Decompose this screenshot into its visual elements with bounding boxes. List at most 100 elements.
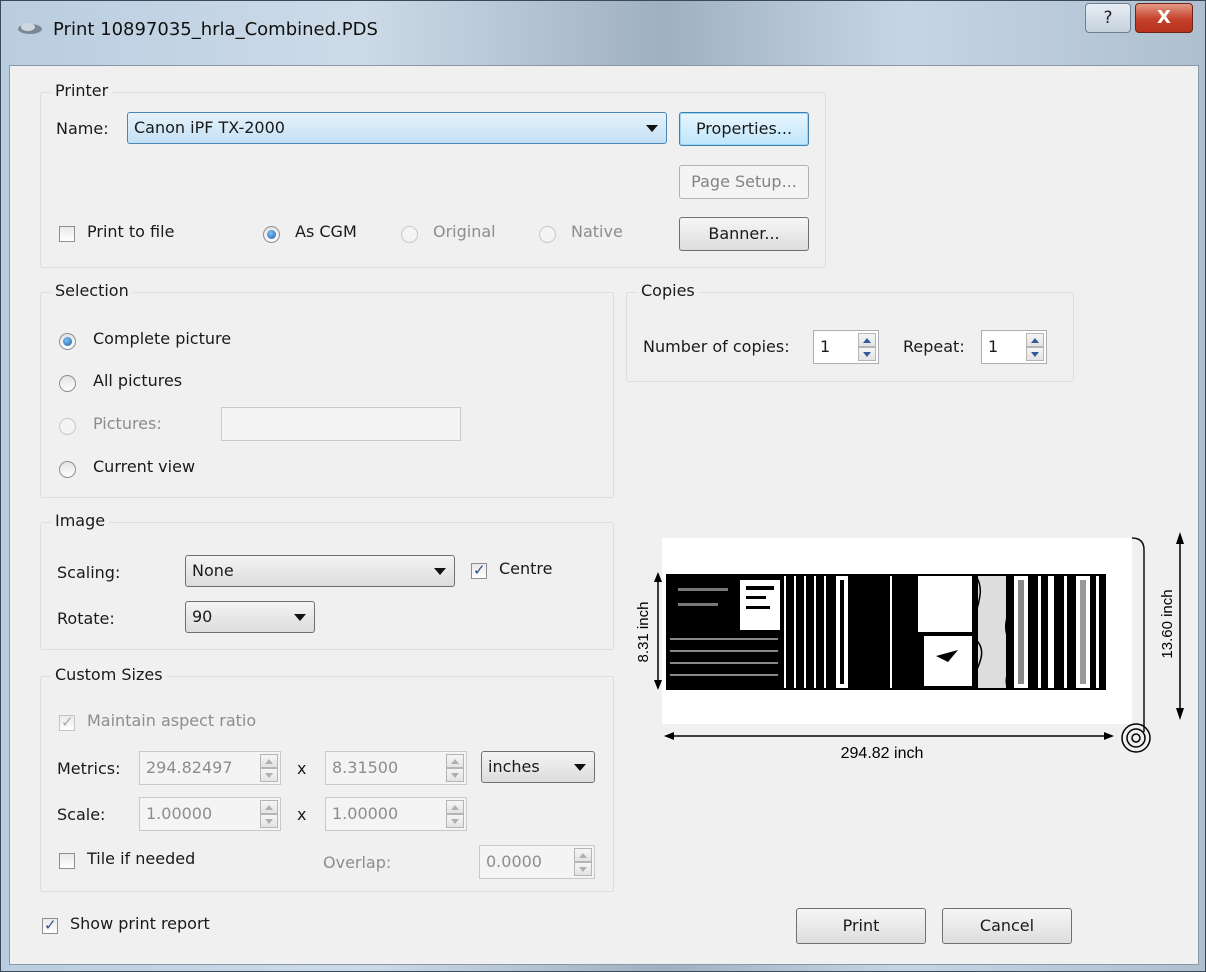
show-print-report-checkbox[interactable]	[42, 916, 58, 934]
number-of-copies-label: Number of copies:	[643, 337, 790, 356]
image-group: Image Scaling: None Centre Rotate: 90	[40, 511, 614, 650]
metrics-height-spinner[interactable]	[446, 754, 464, 782]
scale-y-stepper[interactable]: 1.00000	[325, 797, 467, 831]
print-button[interactable]: Print	[796, 908, 926, 944]
spin-up-icon[interactable]	[446, 800, 464, 814]
repeat-stepper[interactable]: 1	[981, 330, 1047, 364]
width-label: 294.82 inch	[841, 745, 924, 762]
overlap-label: Overlap:	[323, 853, 392, 872]
properties-button[interactable]: Properties...	[679, 112, 809, 146]
native-label: Native	[571, 222, 623, 241]
scale-x-spinner[interactable]	[260, 800, 278, 828]
copies-spinner[interactable]	[858, 333, 876, 361]
spin-up-icon[interactable]	[574, 848, 592, 862]
original-radio[interactable]	[401, 226, 418, 243]
height-label: 8.31 inch	[635, 602, 652, 663]
pictures-radio[interactable]	[59, 418, 76, 435]
number-of-copies-value: 1	[820, 337, 831, 356]
banner-button[interactable]: Banner...	[679, 217, 809, 251]
print-dialog: Print 10897035_hrla_Combined.PDS ? X Pri…	[0, 0, 1206, 972]
selection-group: Selection Complete picture All pictures …	[40, 281, 614, 498]
printer-group: Printer Name: Canon iPF TX-2000 Properti…	[40, 81, 826, 268]
custom-sizes-group: Custom Sizes Maintain aspect ratio Metri…	[40, 665, 614, 892]
maintain-aspect-checkbox[interactable]	[59, 713, 75, 731]
overlap-spinner[interactable]	[574, 848, 592, 876]
all-pictures-radio[interactable]	[59, 375, 76, 392]
rotate-select[interactable]: 90	[185, 601, 315, 633]
roll-edge	[1131, 537, 1145, 732]
pictures-input[interactable]	[221, 407, 461, 441]
title-bar[interactable]: Print 10897035_hrla_Combined.PDS ? X	[1, 1, 1205, 65]
metrics-label: Metrics:	[57, 759, 121, 778]
all-pictures-label: All pictures	[93, 371, 183, 390]
show-print-report-label: Show print report	[70, 914, 210, 933]
pictures-label: Pictures:	[93, 414, 162, 433]
help-button[interactable]: ?	[1085, 3, 1131, 33]
custom-sizes-group-title: Custom Sizes	[51, 665, 167, 684]
print-preview: 8.31 inch 294.82 inch 13.60 inch	[635, 532, 1184, 762]
spin-down-icon[interactable]	[574, 862, 592, 876]
spin-down-icon[interactable]	[260, 768, 278, 782]
width-dimension	[664, 732, 1114, 740]
metrics-height-value: 8.31500	[332, 758, 399, 777]
print-to-file-checkbox[interactable]	[59, 226, 75, 242]
printer-name-select[interactable]: Canon iPF TX-2000	[127, 112, 667, 144]
scale-times-label: x	[297, 805, 307, 824]
spin-up-icon[interactable]	[260, 800, 278, 814]
window-title: Print 10897035_hrla_Combined.PDS	[53, 19, 378, 40]
number-of-copies-stepper[interactable]: 1	[813, 330, 879, 364]
cancel-button[interactable]: Cancel	[942, 908, 1072, 944]
scale-label: Scale:	[57, 805, 106, 824]
spin-up-icon[interactable]	[1026, 333, 1044, 347]
original-label: Original	[433, 222, 496, 241]
scaling-select[interactable]: None	[185, 555, 455, 587]
printer-name-value: Canon iPF TX-2000	[134, 118, 285, 137]
print-to-file-label: Print to file	[87, 222, 175, 241]
roll-dimension	[1176, 532, 1184, 720]
current-view-radio[interactable]	[59, 461, 76, 478]
native-radio[interactable]	[539, 226, 556, 243]
metrics-times-label: x	[297, 759, 307, 778]
metrics-width-stepper[interactable]: 294.82497	[139, 751, 281, 785]
units-value: inches	[488, 757, 540, 776]
rotate-value: 90	[192, 607, 213, 626]
overlap-value: 0.0000	[486, 852, 542, 871]
tile-if-needed-checkbox[interactable]	[59, 853, 75, 869]
spin-up-icon[interactable]	[260, 754, 278, 768]
chevron-down-icon	[574, 764, 586, 771]
as-cgm-radio[interactable]	[263, 226, 280, 243]
spin-down-icon[interactable]	[1026, 347, 1044, 361]
repeat-spinner[interactable]	[1026, 333, 1044, 361]
scaling-label: Scaling:	[57, 563, 121, 582]
centre-label: Centre	[499, 559, 553, 578]
complete-picture-radio[interactable]	[59, 333, 76, 350]
units-select[interactable]: inches	[481, 751, 595, 783]
spin-up-icon[interactable]	[858, 333, 876, 347]
scale-x-stepper[interactable]: 1.00000	[139, 797, 281, 831]
close-button[interactable]: X	[1135, 3, 1193, 33]
spin-up-icon[interactable]	[446, 754, 464, 768]
selection-group-title: Selection	[51, 281, 133, 300]
repeat-label: Repeat:	[903, 337, 965, 356]
metrics-width-spinner[interactable]	[260, 754, 278, 782]
app-icon	[18, 23, 42, 34]
page-setup-button[interactable]: Page Setup...	[679, 165, 809, 199]
complete-picture-label: Complete picture	[93, 329, 232, 348]
chevron-down-icon	[646, 125, 658, 132]
metrics-height-stepper[interactable]: 8.31500	[325, 751, 467, 785]
centre-checkbox[interactable]	[471, 561, 487, 579]
spin-down-icon[interactable]	[858, 347, 876, 361]
printer-name-label: Name:	[56, 119, 109, 138]
chevron-down-icon	[294, 614, 306, 621]
overlap-stepper[interactable]: 0.0000	[479, 845, 595, 879]
spin-down-icon[interactable]	[446, 768, 464, 782]
copies-group-title: Copies	[637, 281, 699, 300]
repeat-value: 1	[988, 337, 999, 356]
rotate-label: Rotate:	[57, 609, 115, 628]
scale-y-spinner[interactable]	[446, 800, 464, 828]
height-dimension	[654, 572, 662, 690]
spin-down-icon[interactable]	[260, 814, 278, 828]
spin-down-icon[interactable]	[446, 814, 464, 828]
image-group-title: Image	[51, 511, 110, 530]
maintain-aspect-label: Maintain aspect ratio	[87, 711, 257, 730]
